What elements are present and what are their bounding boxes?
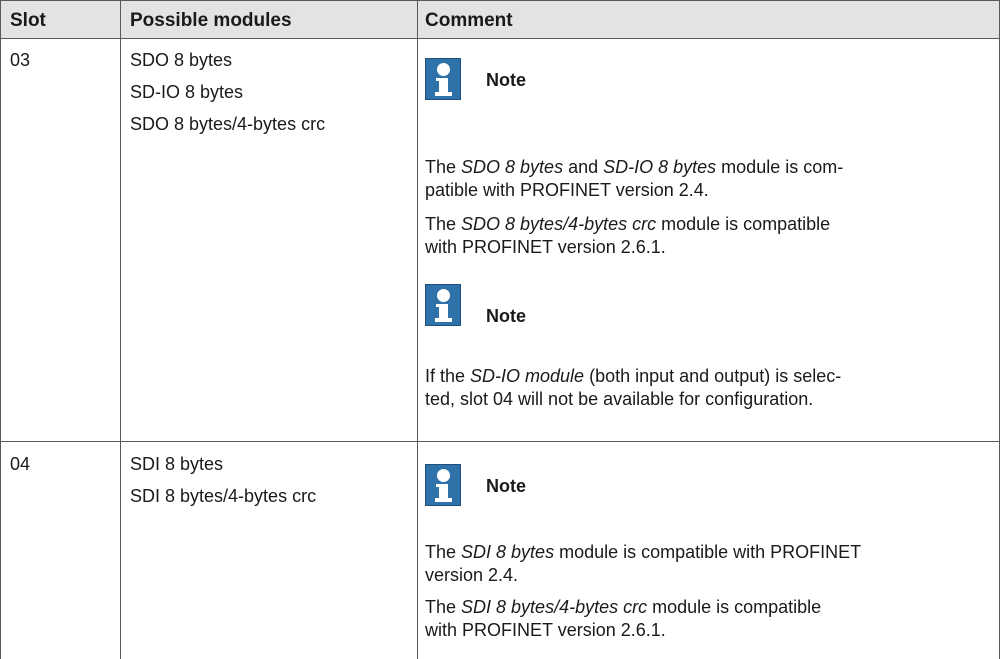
module-item: SD-IO 8 bytes	[130, 82, 244, 102]
slot-cell: 03	[10, 50, 31, 70]
column-divider-2	[417, 0, 418, 659]
header-possible-modules: Possible modules	[130, 10, 292, 31]
module-item: SDO 8 bytes	[130, 50, 233, 70]
table-top-border	[0, 0, 1000, 1]
info-icon	[425, 284, 461, 326]
module-item: SDO 8 bytes/4-bytes crc	[130, 114, 326, 134]
header-slot: Slot	[10, 10, 46, 31]
note-paragraph: The SDO 8 bytes and SD-IO 8 bytes module…	[425, 157, 844, 200]
info-icon	[425, 464, 461, 506]
slot-cell: 04	[10, 454, 31, 474]
note-label: Note	[486, 70, 526, 90]
info-icon	[425, 58, 461, 100]
column-divider-1	[120, 0, 121, 659]
module-item: SDI 8 bytes	[130, 454, 224, 474]
note-paragraph: The SDO 8 bytes/4-bytes crc module is co…	[425, 214, 831, 257]
note-paragraph: The SDI 8 bytes module is compatible wit…	[425, 542, 862, 585]
note-label: Note	[486, 306, 526, 326]
note-paragraph: If the SD-IO module (both input and outp…	[425, 366, 842, 409]
header-comment: Comment	[425, 10, 513, 31]
note-label: Note	[486, 476, 526, 496]
module-item: SDI 8 bytes/4-bytes crc	[130, 486, 317, 506]
row-divider	[0, 441, 1000, 442]
note-paragraph: The SDI 8 bytes/4-bytes crc module is co…	[425, 597, 822, 640]
table-left-border	[0, 0, 1, 659]
header-divider	[0, 38, 1000, 39]
